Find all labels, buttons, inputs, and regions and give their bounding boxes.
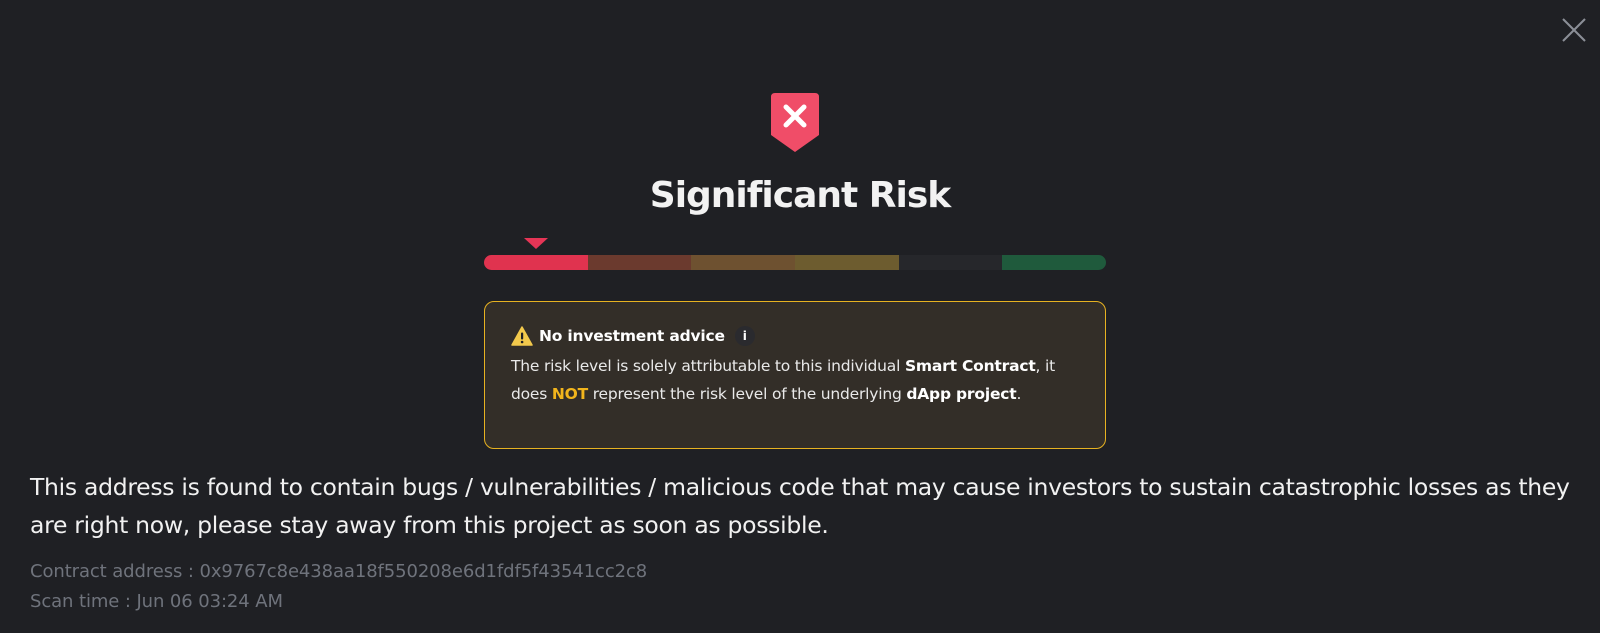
notice-title: No investment advice: [539, 327, 725, 345]
risk-segment-1: [484, 255, 588, 270]
risk-title: Significant Risk: [649, 175, 951, 216]
risk-segment-4: [795, 255, 899, 270]
scan-time-label: Scan time :: [30, 591, 137, 612]
info-icon[interactable]: i: [734, 326, 755, 346]
close-button[interactable]: [1560, 16, 1588, 44]
notice-text: represent the risk level of the underlyi…: [588, 385, 907, 403]
investment-advice-notice: No investment advice i The risk level is…: [484, 301, 1106, 449]
risk-level-pointer: [523, 238, 548, 249]
risk-segment-5: [898, 255, 1003, 270]
risk-meter: [484, 238, 1106, 274]
notice-bold-dapp-project: dApp project: [906, 385, 1017, 403]
risk-level-bar: [484, 255, 1106, 270]
notice-bold-smart-contract: Smart Contract: [904, 357, 1036, 375]
risk-description: This address is found to contain bugs / …: [30, 473, 1570, 539]
risk-segment-2: [587, 255, 692, 270]
warning-icon: [511, 326, 533, 346]
notice-header: No investment advice i: [511, 324, 1079, 348]
notice-highlight-not: NOT: [551, 385, 588, 403]
scan-time-value: Jun 06 03:24 AM: [136, 591, 283, 612]
risk-segment-6: [1002, 255, 1106, 270]
contract-address-value: 0x9767c8e438aa18f550208e6d1fdf5f43541cc2…: [199, 561, 648, 582]
notice-body: The risk level is solely attributable to…: [511, 352, 1079, 408]
shield-x-icon: [771, 93, 819, 153]
contract-address-row: Contract address : 0x9767c8e438aa18f5502…: [30, 558, 1230, 586]
scan-time-row: Scan time : Jun 06 03:24 AM: [30, 588, 1230, 616]
risk-segment-3: [691, 255, 796, 270]
close-icon: [1562, 18, 1586, 42]
notice-text: The risk level is solely attributable to…: [511, 357, 905, 375]
notice-text: .: [1016, 385, 1022, 403]
contract-address-label: Contract address :: [30, 561, 200, 582]
